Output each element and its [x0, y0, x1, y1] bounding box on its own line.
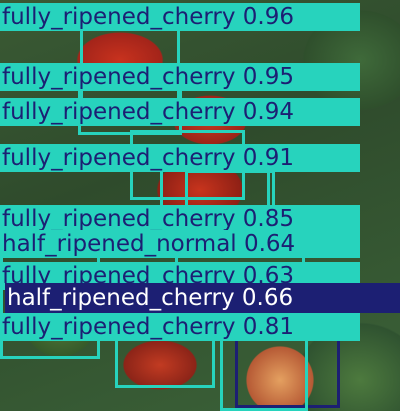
detection-score: 0.66	[241, 285, 294, 311]
detection-label-4: fully_ripened_cherry 0.85	[0, 205, 360, 233]
detection-class: half_ripened_cherry	[7, 285, 235, 311]
detection-label-8: fully_ripened_cherry 0.81	[0, 313, 360, 341]
detection-class: fully_ripened_cherry	[2, 4, 236, 30]
detection-score: 0.64	[243, 231, 296, 257]
detection-label-1: fully_ripened_cherry 0.95	[0, 63, 360, 91]
detection-label-3: fully_ripened_cherry 0.91	[0, 144, 360, 172]
detection-label-5: half_ripened_normal 0.64	[0, 230, 360, 258]
detection-label-0: fully_ripened_cherry 0.96	[0, 3, 360, 31]
detection-label-2: fully_ripened_cherry 0.94	[0, 98, 360, 126]
detection-score: 0.95	[242, 64, 295, 90]
detection-score: 0.94	[242, 99, 295, 125]
detection-class: fully_ripened_cherry	[2, 145, 236, 171]
detection-score: 0.81	[242, 314, 295, 340]
bbox-9	[220, 335, 308, 411]
detection-class: fully_ripened_cherry	[2, 206, 236, 232]
detection-score: 0.91	[242, 145, 295, 171]
detection-image: fully_ripened_cherry 0.96 fully_ripened_…	[0, 0, 400, 411]
detection-class: fully_ripened_cherry	[2, 64, 236, 90]
detection-label-7: half_ripened_cherry 0.66	[5, 283, 400, 313]
detection-class: fully_ripened_cherry	[2, 314, 236, 340]
detection-class: half_ripened_normal	[2, 231, 237, 257]
detection-score: 0.85	[242, 206, 295, 232]
detection-class: fully_ripened_cherry	[2, 99, 236, 125]
detection-score: 0.96	[242, 4, 295, 30]
